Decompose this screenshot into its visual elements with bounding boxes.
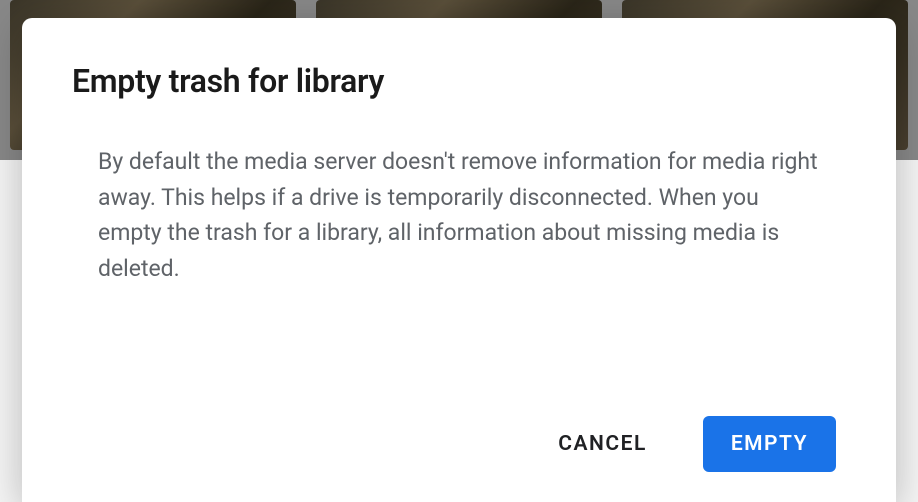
dialog-title: Empty trash for library: [72, 62, 846, 100]
empty-button[interactable]: EMPTY: [703, 416, 836, 472]
cancel-button[interactable]: CANCEL: [530, 416, 675, 472]
dialog-actions: CANCEL EMPTY: [72, 416, 846, 472]
empty-trash-dialog: Empty trash for library By default the m…: [22, 18, 896, 502]
dialog-body-text: By default the media server doesn't remo…: [72, 144, 846, 386]
